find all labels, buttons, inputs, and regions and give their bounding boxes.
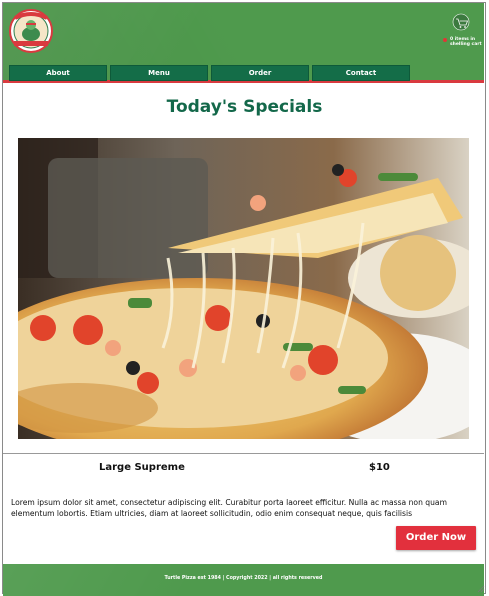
pizza-photo xyxy=(18,138,469,439)
cart-indicator-dot xyxy=(443,38,447,42)
page-title: Today's Specials xyxy=(166,97,323,117)
cart-icon[interactable] xyxy=(449,13,485,53)
footer-text: Turtle Pizza est 1984 | Copyright 2022 |… xyxy=(164,576,323,581)
nav-about[interactable]: About xyxy=(9,65,107,81)
nav-order[interactable]: Order xyxy=(211,65,309,81)
item-name: Large Supreme xyxy=(99,462,185,473)
site-footer: Turtle Pizza est 1984 | Copyright 2022 |… xyxy=(3,564,484,596)
section-divider xyxy=(3,453,484,454)
item-price: $10 xyxy=(369,462,390,473)
nav-contact[interactable]: Contact xyxy=(312,65,410,81)
nav-menu[interactable]: Menu xyxy=(110,65,208,81)
item-description: Lorem ipsum dolor sit amet, consectetur … xyxy=(11,498,447,518)
order-now-button[interactable]: Order Now xyxy=(396,526,476,550)
turtle-pizza-logo[interactable] xyxy=(8,8,54,54)
cart-label[interactable]: 0 items in shelling cart xyxy=(450,37,486,47)
site-header: 0 items in shelling cart About Menu Orde… xyxy=(3,3,484,83)
resize-grip-icon[interactable] xyxy=(477,585,485,593)
